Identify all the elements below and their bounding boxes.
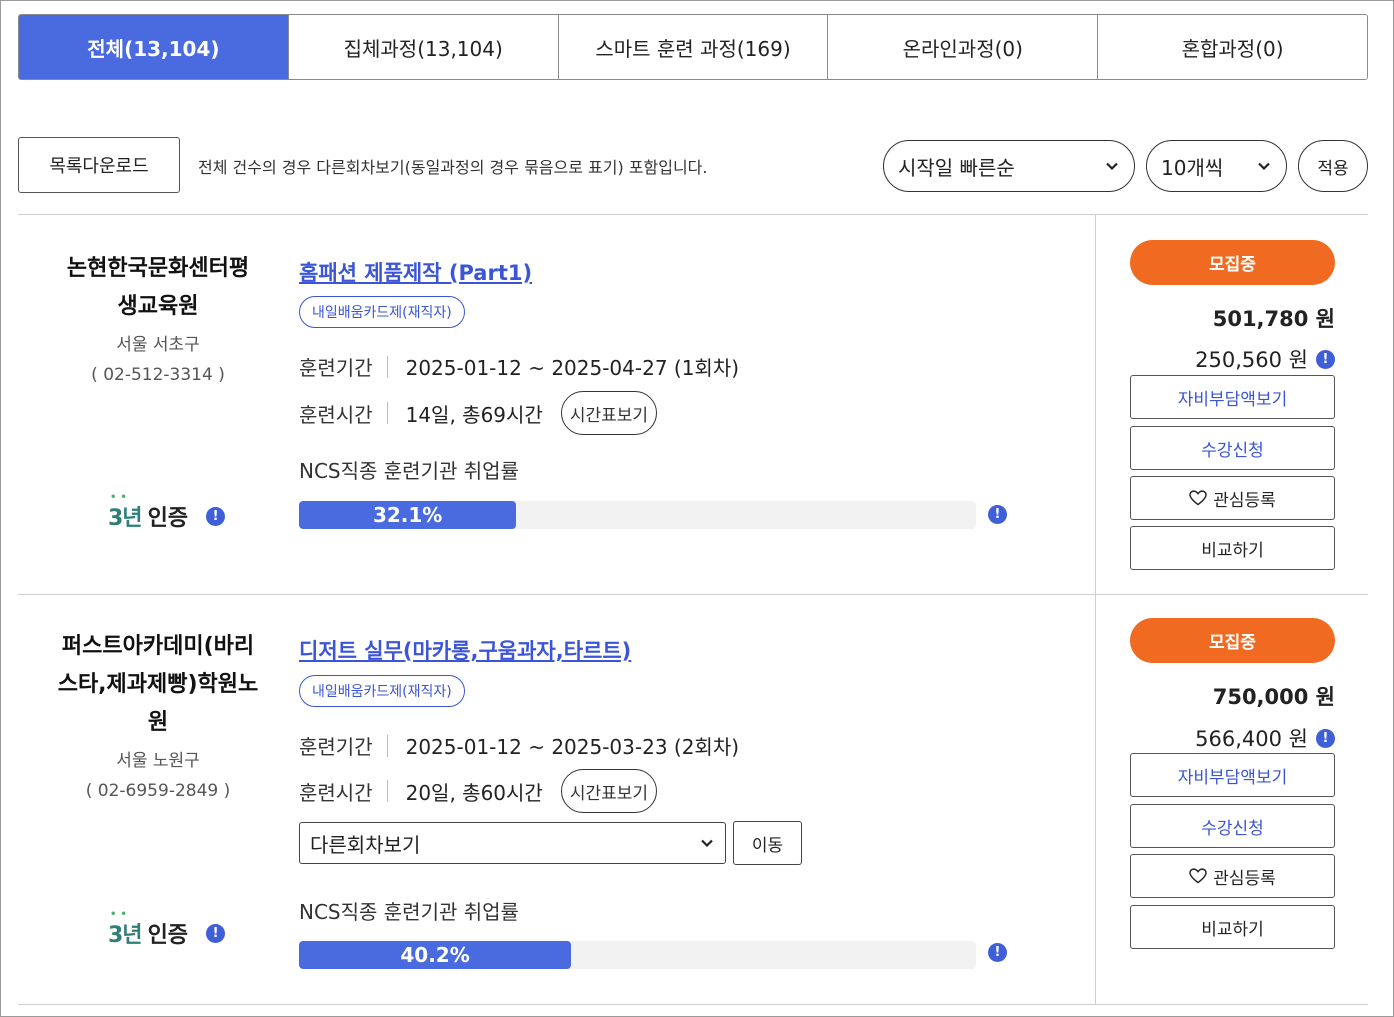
self-pay-value: 566,400 원: [1195, 727, 1308, 751]
institution-region: 서울 서초구: [116, 335, 200, 355]
page-size-select[interactable]: 10개씩: [1146, 140, 1287, 192]
self-pay-view-button[interactable]: 자비부담액보기: [1130, 375, 1335, 419]
divider: [18, 214, 1368, 215]
favorite-button[interactable]: 관심등록: [1130, 476, 1335, 520]
institution-name-line[interactable]: 논현한국문화센터평: [40, 250, 276, 288]
page-size-select-value: 10개씩: [1161, 155, 1224, 180]
other-round-select[interactable]: 다른회차보기: [299, 822, 726, 864]
timetable-button[interactable]: 시간표보기: [560, 391, 658, 435]
info-icon[interactable]: !: [988, 943, 1007, 962]
info-icon[interactable]: !: [988, 505, 1007, 524]
enroll-button[interactable]: 수강신청: [1130, 804, 1335, 848]
institution-info: 퍼스트아카데미(바리 스타,제과제빵)학원노 원 서울 노원구 ( 02-695…: [40, 628, 276, 806]
course-title-link[interactable]: 디저트 실무(마카롱,구움과자,타르트): [299, 635, 631, 665]
timetable-button[interactable]: 시간표보기: [560, 769, 658, 813]
time-value: 20일, 총60시간: [405, 780, 543, 805]
institution-name-line[interactable]: 원: [40, 704, 276, 742]
time-label: 훈련시간: [299, 402, 373, 427]
self-pay-amount: 250,560 원 !: [1195, 344, 1335, 374]
cert-years-logo: •• 3년: [108, 492, 143, 531]
time-label: 훈련시간: [299, 780, 373, 805]
info-icon[interactable]: !: [1316, 349, 1335, 369]
enroll-button[interactable]: 수강신청: [1130, 426, 1335, 470]
institution-name-line[interactable]: 퍼스트아카데미(바리: [40, 628, 276, 666]
course-price: 750,000 원: [1212, 685, 1335, 709]
info-icon[interactable]: !: [206, 506, 226, 526]
separator: [386, 734, 388, 757]
ncs-employment-label: NCS직종 훈련기관 취업률: [299, 459, 519, 483]
employment-rate-bar: 40.2%: [299, 941, 976, 969]
certification-badge: •• 3년 인증 !: [108, 492, 226, 532]
column-divider: [1095, 215, 1096, 595]
period-value: 2025-01-12 ~ 2025-04-27 (1회차): [405, 356, 740, 380]
institution-name-line[interactable]: 스타,제과제빵)학원노: [40, 666, 276, 704]
favorite-button[interactable]: 관심등록: [1130, 854, 1335, 898]
funding-badge: 내일배움카드제(재직자): [299, 675, 465, 707]
training-time: 훈련시간 14일, 총69시간 시간표보기: [299, 391, 658, 435]
period-value: 2025-01-12 ~ 2025-03-23 (2회차): [405, 735, 740, 759]
info-icon[interactable]: !: [1316, 728, 1335, 748]
institution-phone: ( 02-512-3314 ): [91, 365, 225, 385]
employment-rate-fill: 40.2%: [299, 941, 572, 969]
training-time: 훈련시간 20일, 총60시간 시간표보기: [299, 769, 658, 813]
institution-phone: ( 02-6959-2849 ): [85, 781, 231, 801]
tab-online-course[interactable]: 온라인과정(0): [827, 15, 1098, 79]
tab-group-course[interactable]: 집체과정(13,104): [287, 15, 558, 79]
sort-select-value: 시작일 빠른순: [898, 155, 1015, 180]
chevron-down-icon: [701, 839, 713, 848]
heart-icon: [1189, 868, 1207, 884]
separator: [386, 402, 388, 424]
divider: [18, 594, 1368, 595]
institution-name-line[interactable]: 생교육원: [40, 288, 276, 326]
self-pay-amount: 566,400 원 !: [1195, 723, 1335, 753]
heart-icon: [1189, 490, 1207, 506]
favorite-label: 관심등록: [1213, 868, 1276, 889]
ncs-employment-label: NCS직종 훈련기관 취업률: [299, 900, 519, 924]
list-download-button[interactable]: 목록다운로드: [18, 137, 180, 193]
cert-label: 인증: [147, 506, 189, 531]
employment-rate-value: 32.1%: [372, 503, 443, 527]
employment-rate-fill: 32.1%: [299, 501, 517, 529]
chevron-down-icon: [1106, 162, 1118, 171]
status-badge: 모집중: [1130, 618, 1335, 663]
compare-button[interactable]: 비교하기: [1130, 905, 1335, 949]
training-period: 훈련기간 2025-01-12 ~ 2025-03-23 (2회차): [299, 731, 739, 760]
institution-info: 논현한국문화센터평 생교육원 서울 서초구 ( 02-512-3314 ): [40, 250, 276, 390]
certification-badge: •• 3년 인증 !: [108, 909, 226, 949]
move-button[interactable]: 이동: [733, 821, 802, 865]
separator: [386, 780, 388, 802]
info-icon[interactable]: !: [206, 923, 226, 943]
sort-select[interactable]: 시작일 빠른순: [883, 140, 1135, 192]
divider: [18, 1004, 1368, 1005]
apply-button[interactable]: 적용: [1298, 140, 1368, 192]
tab-blended-course[interactable]: 혼합과정(0): [1097, 15, 1367, 79]
time-value: 14일, 총69시간: [405, 402, 543, 427]
training-period: 훈련기간 2025-01-12 ~ 2025-04-27 (1회차): [299, 352, 739, 381]
compare-button[interactable]: 비교하기: [1130, 526, 1335, 570]
cert-label: 인증: [147, 923, 189, 948]
status-badge: 모집중: [1130, 240, 1335, 285]
period-label: 훈련기간: [299, 735, 373, 759]
chevron-down-icon: [1258, 162, 1270, 171]
self-pay-value: 250,560 원: [1195, 348, 1308, 372]
cert-years-logo: •• 3년: [108, 909, 143, 948]
separator: [386, 355, 388, 378]
employment-rate-bar: 32.1%: [299, 501, 976, 529]
self-pay-view-button[interactable]: 자비부담액보기: [1130, 753, 1335, 797]
course-title-link[interactable]: 홈패션 제품제작 (Part1): [299, 257, 532, 287]
institution-region: 서울 노원구: [116, 751, 200, 771]
tab-all[interactable]: 전체(13,104): [19, 15, 288, 79]
favorite-label: 관심등록: [1213, 490, 1276, 511]
course-price: 501,780 원: [1212, 307, 1335, 331]
employment-rate-value: 40.2%: [400, 943, 470, 967]
column-divider: [1095, 595, 1096, 1005]
funding-badge: 내일배움카드제(재직자): [299, 296, 465, 328]
tab-smart-training[interactable]: 스마트 훈련 과정(169): [557, 15, 828, 79]
course-type-tabs: 전체(13,104) 집체과정(13,104) 스마트 훈련 과정(169) 온…: [18, 14, 1368, 80]
period-label: 훈련기간: [299, 356, 373, 380]
other-round-select-value: 다른회차보기: [310, 832, 421, 857]
count-note: 전체 건수의 경우 다른회차보기(동일과정의 경우 묶음으로 표기) 포함입니다…: [198, 158, 708, 177]
